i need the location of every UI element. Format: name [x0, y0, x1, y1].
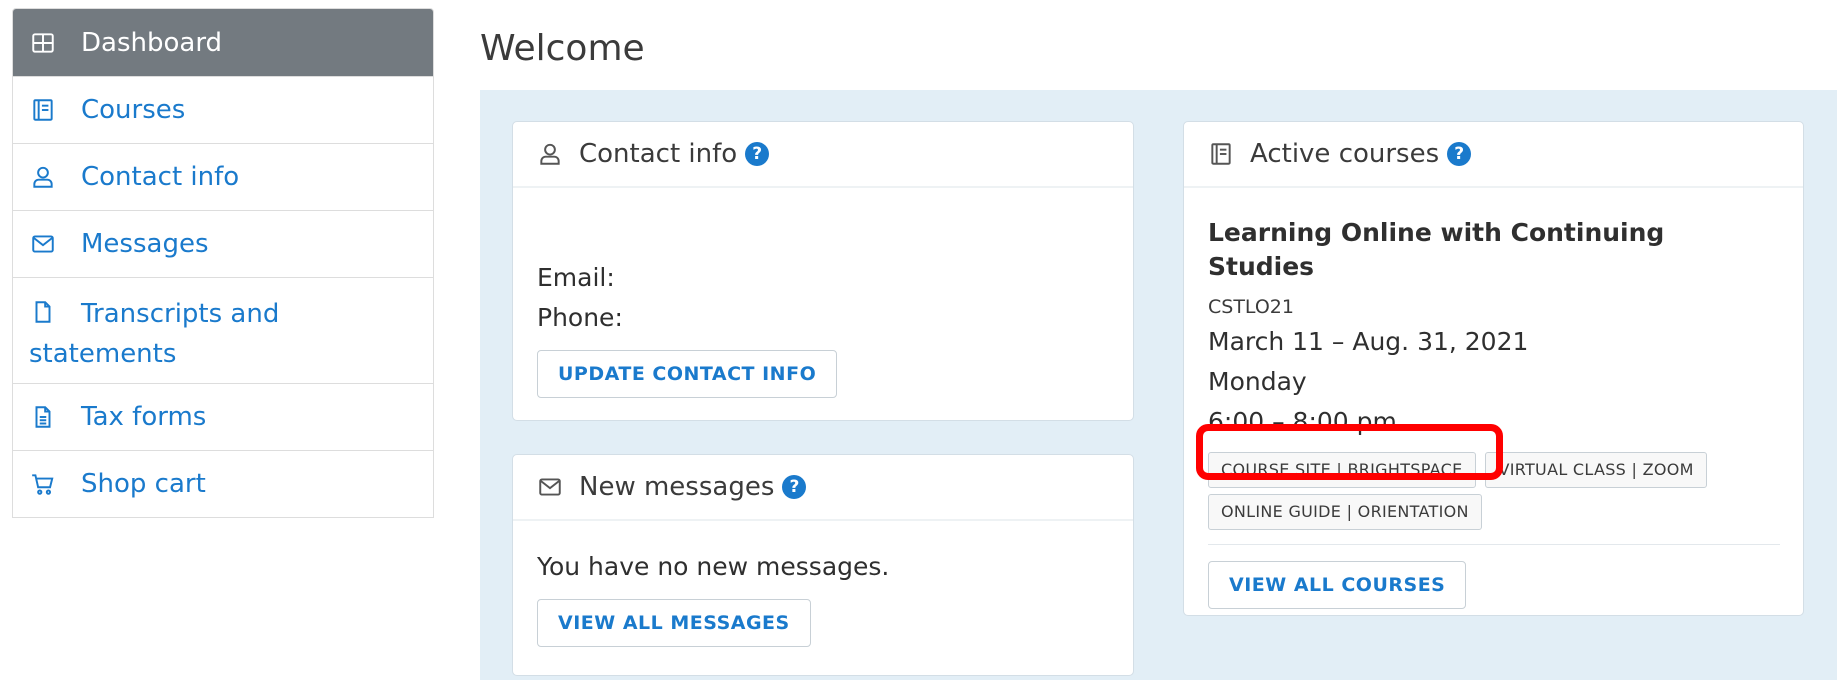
sidebar-item-dashboard[interactable]: Dashboard [13, 9, 433, 76]
active-courses-card: Active courses ? Learning Online with Co… [1183, 121, 1804, 616]
email-label: Email: [537, 263, 615, 292]
online-guide-orientation-link[interactable]: ONLINE GUIDE | ORIENTATION [1208, 494, 1482, 530]
update-contact-info-button[interactable]: UPDATE CONTACT INFO [537, 350, 838, 398]
form-icon [29, 403, 57, 431]
cart-icon [29, 470, 57, 498]
course-dates: March 11 – Aug. 31, 2021 [1208, 327, 1529, 356]
divider [1208, 544, 1780, 545]
sidebar-item-label: Dashboard [81, 27, 223, 58]
envelope-icon [29, 230, 57, 258]
sidebar-item-label: Tax forms [81, 402, 207, 432]
card-header: New messages ? [513, 455, 1133, 521]
sidebar-item-messages[interactable]: Messages [13, 210, 433, 277]
phone-label: Phone: [537, 303, 623, 332]
sidebar-item-transcripts[interactable]: Transcripts and statements [13, 277, 433, 383]
person-icon [535, 139, 565, 169]
grid-icon [29, 29, 57, 57]
card-header: Active courses ? [1184, 122, 1803, 188]
course-code: CSTLO21 [1208, 296, 1294, 318]
sidebar-item-label: Contact info [81, 162, 240, 192]
view-all-courses-button[interactable]: VIEW ALL COURSES [1208, 561, 1467, 609]
sidebar-item-courses[interactable]: Courses [13, 76, 433, 143]
course-site-brightspace-link[interactable]: COURSE SITE | BRIGHTSPACE [1208, 452, 1476, 488]
sidebar-nav: Dashboard Courses Contact info Messages … [12, 8, 434, 518]
sidebar-item-label: Messages [81, 229, 209, 259]
contact-info-card: Contact info ? Email: Phone: UPDATE CONT… [512, 121, 1134, 421]
help-icon[interactable]: ? [1447, 142, 1472, 166]
course-time: 6:00 – 8:00 pm [1208, 407, 1397, 436]
view-all-messages-button[interactable]: VIEW ALL MESSAGES [537, 599, 811, 647]
sidebar-item-label: Courses [81, 95, 186, 125]
document-icon [29, 298, 57, 326]
card-header: Contact info ? [513, 122, 1133, 188]
sidebar-item-label: Transcripts and statements [29, 299, 280, 369]
sidebar-item-tax-forms[interactable]: Tax forms [13, 383, 433, 450]
card-title: New messages [579, 472, 775, 502]
new-messages-card: New messages ? You have no new messages.… [512, 454, 1134, 676]
page-title: Welcome [480, 28, 645, 69]
book-icon [1206, 139, 1236, 169]
person-icon [29, 163, 57, 191]
card-title: Active courses [1250, 139, 1440, 169]
sidebar-item-label: Shop cart [81, 469, 206, 499]
virtual-class-zoom-link[interactable]: VIRTUAL CLASS | ZOOM [1485, 452, 1707, 488]
no-messages-text: You have no new messages. [537, 552, 890, 581]
course-day: Monday [1208, 367, 1307, 396]
course-name: Learning Online with Continuing Studies [1208, 218, 1665, 281]
sidebar-item-contact-info[interactable]: Contact info [13, 143, 433, 210]
help-icon[interactable]: ? [782, 475, 807, 499]
sidebar-item-shop-cart[interactable]: Shop cart [13, 450, 433, 517]
help-icon[interactable]: ? [745, 142, 770, 166]
envelope-icon [535, 472, 565, 502]
book-icon [29, 96, 57, 124]
card-title: Contact info [579, 139, 738, 169]
